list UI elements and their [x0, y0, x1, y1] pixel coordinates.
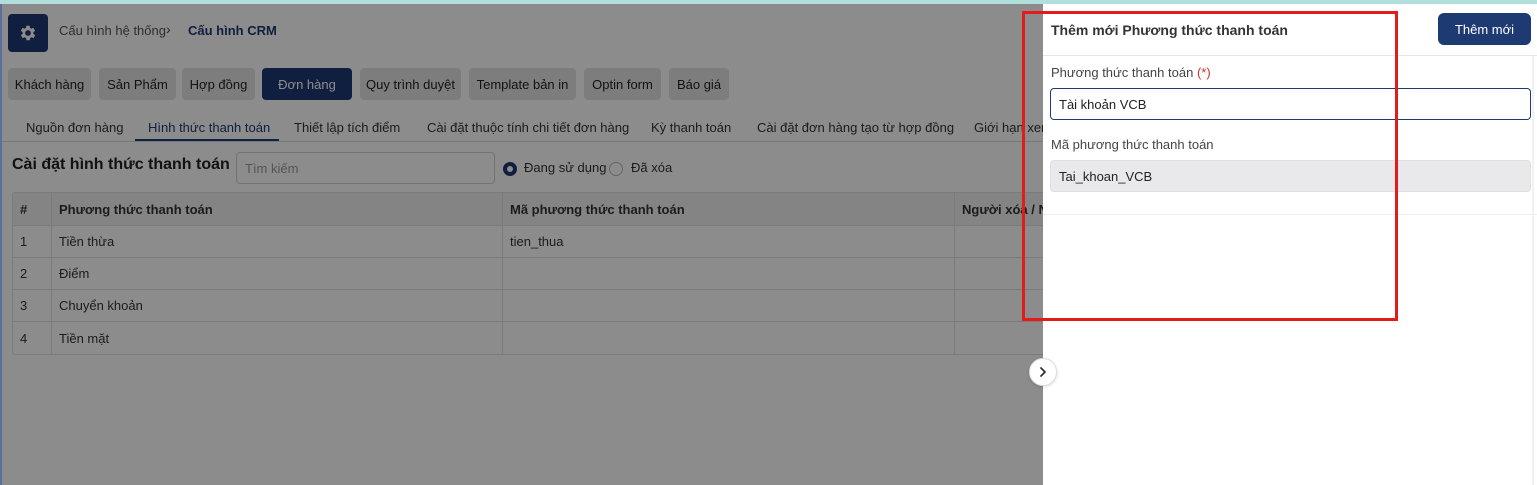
required-mark: (*) [1196, 65, 1211, 80]
drawer-header-divider [1043, 55, 1537, 56]
code-label: Mã phương thức thanh toán [1051, 137, 1214, 152]
drawer-title: Thêm mới Phương thức thanh toán [1051, 22, 1288, 38]
drawer-form-divider [1043, 214, 1537, 215]
collapse-drawer-button[interactable] [1029, 358, 1057, 386]
drawer-scrollbar[interactable] [1532, 56, 1534, 485]
method-label-text: Phương thức thanh toán [1051, 65, 1194, 80]
payment-method-input[interactable] [1050, 88, 1531, 120]
left-edge-border [0, 4, 2, 485]
modal-backdrop[interactable] [0, 4, 1043, 485]
chevron-right-icon [1040, 367, 1046, 377]
method-label: Phương thức thanh toán (*) [1051, 65, 1211, 80]
add-payment-method-drawer: Thêm mới Phương thức thanh toán Thêm mới… [1043, 4, 1537, 485]
add-new-button[interactable]: Thêm mới [1438, 13, 1531, 45]
payment-code-input[interactable] [1050, 160, 1531, 192]
